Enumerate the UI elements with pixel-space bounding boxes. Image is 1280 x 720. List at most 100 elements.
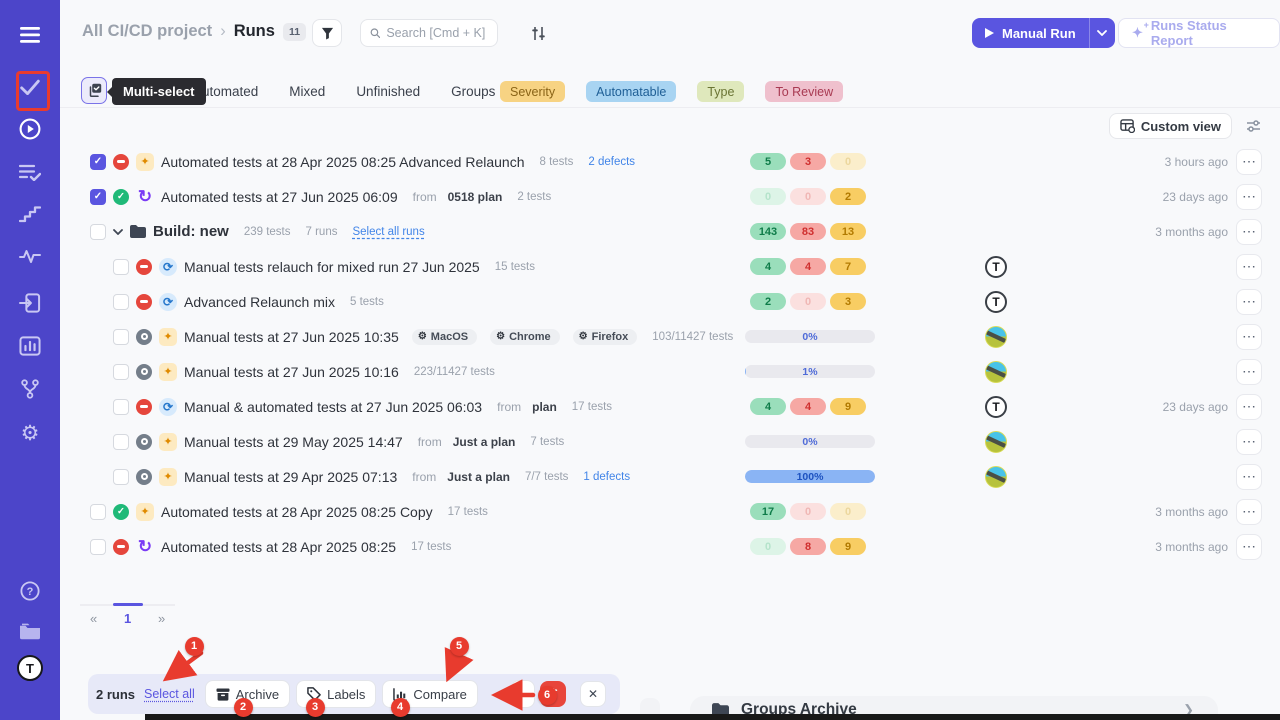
search-box[interactable] — [360, 19, 498, 47]
row-menu-button[interactable]: ⋯ — [1236, 359, 1262, 385]
run-checkbox[interactable]: ✓ — [90, 154, 106, 170]
more-actions-button[interactable]: ••• — [511, 680, 535, 708]
run-row[interactable]: ↻Automated tests at 28 Apr 2025 08:2517 … — [60, 529, 1280, 564]
row-menu-button[interactable]: ⋯ — [1236, 254, 1262, 280]
runs-status-report-button[interactable]: ✦ Runs Status Report — [1118, 18, 1280, 48]
search-icon — [370, 27, 380, 39]
run-title[interactable]: Manual tests at 27 Jun 2025 10:35 — [184, 329, 399, 345]
sidebar-item-user-avatar[interactable]: T — [0, 655, 60, 681]
run-row[interactable]: Build: new239 tests7 runsSelect all runs… — [60, 214, 1280, 249]
sidebar-item-activity[interactable] — [0, 243, 60, 269]
close-action-bar-button[interactable]: ✕ — [580, 681, 606, 707]
from-plan-value[interactable]: Just a plan — [447, 470, 510, 484]
run-row[interactable]: ⟳Manual tests relauch for mixed run 27 J… — [60, 249, 1280, 284]
sidebar-item-menu[interactable] — [0, 22, 60, 48]
run-row[interactable]: ⟳Advanced Relaunch mix5 tests203T⋯ — [60, 284, 1280, 319]
tab-mixed[interactable]: Mixed — [289, 84, 325, 99]
run-title[interactable]: Automated tests at 28 Apr 2025 08:25 Adv… — [161, 154, 524, 170]
run-row[interactable]: ✦Manual tests at 27 Jun 2025 10:35⚙MacOS… — [60, 319, 1280, 354]
run-row[interactable]: ✦Manual tests at 27 Jun 2025 10:16223/11… — [60, 354, 1280, 389]
from-plan-value[interactable]: plan — [532, 400, 557, 414]
row-menu-button[interactable]: ⋯ — [1236, 149, 1262, 175]
row-menu-button[interactable]: ⋯ — [1236, 464, 1262, 490]
chevron-down-icon[interactable] — [113, 229, 123, 235]
select-all-link[interactable]: Select all — [144, 687, 195, 701]
run-checkbox[interactable] — [113, 399, 129, 415]
sidebar-item-branch[interactable] — [0, 376, 60, 402]
tab-unfinished[interactable]: Unfinished — [356, 84, 420, 99]
row-menu-button[interactable]: ⋯ — [1236, 184, 1262, 210]
run-checkbox[interactable] — [113, 329, 129, 345]
manual-run-button[interactable]: Manual Run — [972, 18, 1089, 48]
defects-link[interactable]: 1 defects — [583, 471, 630, 483]
archive-button[interactable]: Archive — [205, 680, 290, 708]
labels-button[interactable]: Labels — [296, 680, 376, 708]
run-row[interactable]: ⟳Manual & automated tests at 27 Jun 2025… — [60, 389, 1280, 424]
compare-button[interactable]: Compare — [382, 680, 477, 708]
run-title[interactable]: Manual tests at 29 Apr 2025 07:13 — [184, 469, 397, 485]
sidebar-item-runs-active[interactable] — [0, 116, 60, 142]
run-checkbox[interactable] — [113, 469, 129, 485]
run-title[interactable]: Manual tests at 27 Jun 2025 10:16 — [184, 364, 399, 380]
run-title[interactable]: Manual tests at 29 May 2025 14:47 — [184, 434, 403, 450]
run-checkbox[interactable] — [90, 504, 106, 520]
run-checkbox[interactable] — [113, 364, 129, 380]
sidebar-item-analytics[interactable] — [0, 333, 60, 359]
row-menu-button[interactable]: ⋯ — [1236, 499, 1262, 525]
sidebar-item-import[interactable] — [0, 290, 60, 316]
run-checkbox[interactable] — [113, 294, 129, 310]
run-title[interactable]: Advanced Relaunch mix — [184, 294, 335, 310]
search-input[interactable] — [386, 26, 488, 40]
result-pills: 1438313 — [750, 223, 866, 240]
view-settings-icon[interactable] — [1245, 119, 1262, 134]
run-row[interactable]: ✓✦Automated tests at 28 Apr 2025 08:25 A… — [60, 144, 1280, 179]
run-row[interactable]: ✦Manual tests at 29 May 2025 14:47fromJu… — [60, 424, 1280, 459]
row-menu-button[interactable]: ⋯ — [1236, 534, 1262, 560]
filter-chip-automatable[interactable]: Automatable — [586, 81, 676, 102]
run-title[interactable]: Automated tests at 28 Apr 2025 08:25 Cop… — [161, 504, 433, 520]
run-checkbox[interactable] — [113, 259, 129, 275]
sidebar-item-settings-gear[interactable]: ⚙ — [0, 420, 60, 446]
filter-chip-type[interactable]: Type — [697, 81, 744, 102]
pagination-next[interactable]: » — [158, 611, 165, 626]
filter-chip-severity[interactable]: Severity — [500, 81, 565, 102]
sidebar-item-test-cases[interactable] — [0, 159, 60, 185]
pagination-page-1[interactable]: 1 — [124, 611, 131, 626]
run-title[interactable]: Manual & automated tests at 27 Jun 2025 … — [184, 399, 482, 415]
filter-funnel-button[interactable] — [312, 19, 342, 47]
row-menu-button[interactable]: ⋯ — [1236, 289, 1262, 315]
run-checkbox[interactable]: ✓ — [90, 189, 106, 205]
row-menu-button[interactable]: ⋯ — [1236, 324, 1262, 350]
tests-count: 223/11427 tests — [414, 366, 495, 378]
sidebar-item-help[interactable]: ? — [0, 578, 60, 604]
filter-chip-to-review[interactable]: To Review — [765, 81, 843, 102]
select-all-runs-link[interactable]: Select all runs — [352, 226, 424, 238]
run-title[interactable]: Build: new — [153, 223, 229, 240]
row-menu-button[interactable]: ⋯ — [1236, 394, 1262, 420]
multi-select-button[interactable] — [81, 77, 107, 104]
breadcrumb-project[interactable]: All CI/CD project — [82, 22, 212, 41]
sidebar-item-projects-folder[interactable] — [0, 618, 60, 644]
delete-button[interactable] — [540, 681, 566, 707]
row-menu-button[interactable]: ⋯ — [1236, 219, 1262, 245]
sidebar-item-check[interactable] — [0, 74, 60, 100]
defects-link[interactable]: 2 defects — [588, 156, 635, 168]
run-row[interactable]: ✓✓↻Automated tests at 27 Jun 2025 06:09f… — [60, 179, 1280, 214]
run-checkbox[interactable] — [90, 539, 106, 555]
run-title[interactable]: Manual tests relauch for mixed run 27 Ju… — [184, 259, 480, 275]
row-menu-button[interactable]: ⋯ — [1236, 429, 1262, 455]
run-title[interactable]: Automated tests at 28 Apr 2025 08:25 — [161, 539, 396, 555]
adjustments-icon[interactable] — [530, 26, 547, 41]
from-plan-value[interactable]: Just a plan — [453, 435, 516, 449]
pagination-prev[interactable]: « — [90, 611, 97, 626]
run-title[interactable]: Automated tests at 27 Jun 2025 06:09 — [161, 189, 398, 205]
tab-groups[interactable]: Groups — [451, 84, 495, 99]
manual-run-dropdown[interactable] — [1089, 18, 1115, 48]
from-plan-value[interactable]: 0518 plan — [448, 190, 503, 204]
run-checkbox[interactable] — [90, 224, 106, 240]
run-row[interactable]: ✦Manual tests at 29 Apr 2025 07:13fromJu… — [60, 459, 1280, 494]
run-row[interactable]: ✓✦Automated tests at 28 Apr 2025 08:25 C… — [60, 494, 1280, 529]
custom-view-button[interactable]: Custom view — [1109, 113, 1232, 139]
run-checkbox[interactable] — [113, 434, 129, 450]
sidebar-item-milestones[interactable] — [0, 201, 60, 227]
